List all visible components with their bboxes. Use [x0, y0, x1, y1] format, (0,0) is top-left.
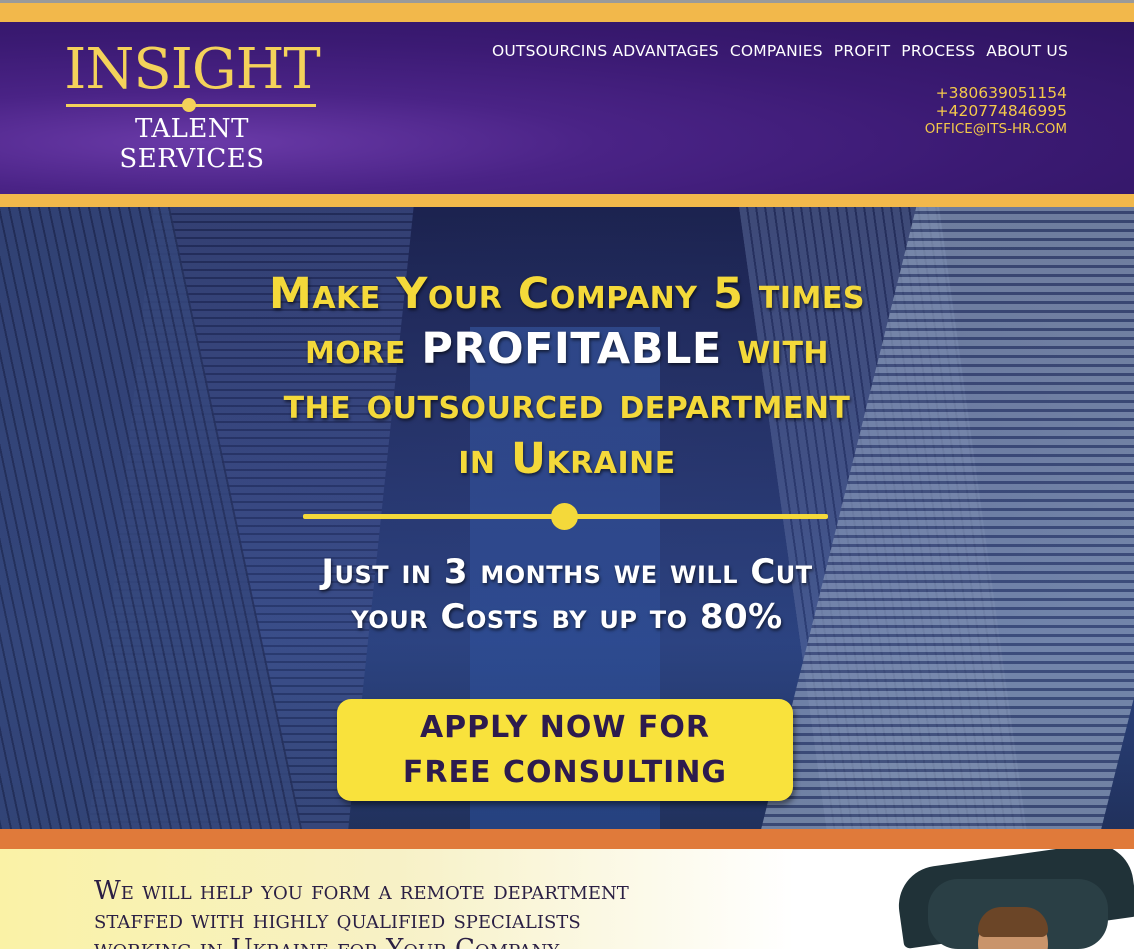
apply-consulting-label: APPLY NOW FOR FREE CONSULTING: [402, 710, 728, 790]
email-link[interactable]: OFFICE@ITS-HR.COM: [925, 120, 1067, 138]
headline-line-2: more PROFITABLE with: [0, 322, 1134, 377]
hero-section: Make Your Company 5 times more PROFITABL…: [0, 207, 1134, 829]
section-separator: [0, 829, 1134, 849]
headline-text: more: [304, 324, 422, 374]
logo-title: INSIGHT: [64, 37, 321, 102]
logo[interactable]: INSIGHT TALENT SERVICES: [62, 37, 322, 175]
nav-item-outsourcing-advantages[interactable]: OUTSOURCINS ADVANTAGES: [492, 42, 719, 60]
headline-line-1: Make Your Company 5 times: [269, 269, 865, 319]
hero-divider-dot: [551, 503, 578, 530]
main-nav: OUTSOURCINS ADVANTAGES COMPANIES PROFIT …: [492, 42, 1068, 60]
subheadline-line-1: Just in 3 months we will Cut: [321, 552, 813, 592]
person-hair: [978, 907, 1048, 937]
headline-line-3: the outsourced department: [283, 379, 851, 429]
intro-line-2: staffed with highly qualified specialist…: [94, 905, 581, 935]
apply-consulting-button[interactable]: APPLY NOW FOR FREE CONSULTING: [337, 699, 793, 801]
header-separator: [0, 194, 1134, 207]
intro-line-3: working in Ukraine for Your Company: [94, 934, 560, 949]
headline-highlight: PROFITABLE: [421, 324, 722, 374]
headline-line-4: in Ukraine: [458, 434, 676, 484]
phone-link-2[interactable]: +420774846995: [925, 102, 1067, 120]
nav-item-process[interactable]: PROCESS: [901, 42, 975, 60]
hero-headline: Make Your Company 5 times more PROFITABL…: [0, 267, 1134, 487]
site-header: INSIGHT TALENT SERVICES OUTSOURCINS ADVA…: [0, 22, 1134, 194]
person-in-chair-image: [893, 849, 1134, 949]
nav-item-about-us[interactable]: ABOUT US: [986, 42, 1068, 60]
subheadline-line-2: your Costs by up to 80%: [351, 597, 783, 637]
phone-link-1[interactable]: +380639051154: [925, 84, 1067, 102]
intro-line-1: We will help you form a remote departmen…: [94, 876, 629, 906]
intro-section: We will help you form a remote departmen…: [0, 849, 1134, 949]
logo-subtitle: TALENT SERVICES: [119, 114, 265, 174]
hero-subheadline: Just in 3 months we will Cut your Costs …: [0, 550, 1134, 640]
nav-item-companies[interactable]: COMPANIES: [730, 42, 823, 60]
intro-text: We will help you form a remote departmen…: [94, 877, 794, 949]
top-gold-band: [0, 3, 1134, 22]
contact-info: +380639051154 +420774846995 OFFICE@ITS-H…: [925, 84, 1067, 138]
nav-item-profit[interactable]: PROFIT: [834, 42, 890, 60]
headline-text: with: [721, 324, 830, 374]
logo-dot: [182, 98, 196, 112]
